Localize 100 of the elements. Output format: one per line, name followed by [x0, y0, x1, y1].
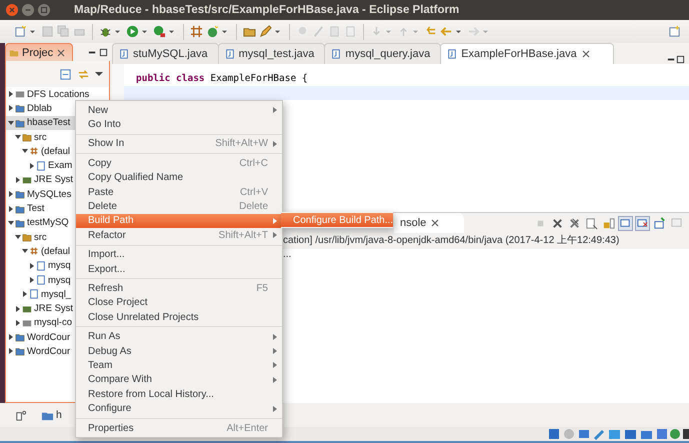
- project-icon: [15, 204, 25, 214]
- show-error-icon[interactable]: [636, 216, 649, 230]
- submenu-arrow-icon: [273, 107, 277, 114]
- submenu-arrow-icon: [273, 406, 277, 412]
- menu-item[interactable]: Team: [76, 358, 282, 373]
- menu-item[interactable]: Debug As: [76, 344, 282, 358]
- menu-item[interactable]: Copy Qualified Name: [76, 170, 282, 185]
- tree-item[interactable]: DFS Locations: [6, 87, 109, 102]
- java-file-icon: [36, 260, 46, 271]
- expand-arrow-icon[interactable]: [8, 105, 14, 112]
- jar-icon: [22, 318, 32, 328]
- menu-item[interactable]: Properties Alt+Enter: [76, 420, 282, 436]
- java-file-icon: [119, 49, 129, 59]
- expand-arrow-icon[interactable]: [8, 91, 14, 98]
- menu-item[interactable]: Restore from Local History...: [76, 387, 282, 402]
- expand-arrow-icon[interactable]: [29, 262, 35, 269]
- fast-view-icon[interactable]: [14, 408, 27, 422]
- run-tool-icon[interactable]: [153, 25, 166, 38]
- menu-item[interactable]: Import...: [76, 248, 282, 262]
- project-icon: [15, 218, 25, 228]
- project-icon: [15, 103, 25, 114]
- expand-arrow-icon[interactable]: [15, 234, 21, 240]
- submenu-arrow-icon: [273, 140, 277, 147]
- expand-arrow-icon[interactable]: [15, 320, 21, 326]
- grid-icon[interactable]: [190, 25, 203, 38]
- project-icon: [15, 346, 25, 356]
- pencil-icon[interactable]: [259, 25, 272, 38]
- java-file-icon: [447, 49, 458, 59]
- expand-arrow-icon[interactable]: [22, 291, 28, 298]
- editor-tab[interactable]: stuMySQL.java: [112, 43, 219, 64]
- library-icon: [22, 304, 32, 314]
- menu-item[interactable]: Export...: [76, 262, 282, 276]
- new-class-icon[interactable]: [206, 25, 219, 38]
- source-folder-icon: [22, 132, 32, 142]
- submenu-arrow-icon: [273, 376, 277, 383]
- expand-arrow-icon[interactable]: [8, 220, 14, 226]
- code-line: public class ExampleForHBase {: [135, 72, 309, 86]
- java-file-icon: [29, 289, 39, 300]
- editor-tab[interactable]: ExampleForHBase.java: [440, 43, 614, 64]
- library-icon: [22, 174, 32, 185]
- run-icon[interactable]: [126, 25, 139, 38]
- collapse-all-icon[interactable]: [59, 68, 72, 80]
- java-file-icon: [36, 275, 46, 285]
- expand-arrow-icon[interactable]: [8, 191, 14, 198]
- editor-tab[interactable]: mysql_test.java: [218, 43, 326, 64]
- submenu-arrow-icon: [273, 348, 277, 354]
- submenu-arrow-icon: [273, 362, 277, 368]
- new-icon[interactable]: [14, 25, 27, 38]
- expand-arrow-icon[interactable]: [15, 306, 21, 312]
- console-output: ...: [283, 249, 292, 260]
- menu-item[interactable]: Refresh F5: [76, 281, 282, 296]
- remove-all-icon[interactable]: [568, 216, 581, 230]
- submenu-arrow-icon: [273, 232, 277, 238]
- project-explorer-tab[interactable]: Projec: [5, 42, 74, 62]
- java-file-icon: [331, 49, 342, 59]
- expand-arrow-icon[interactable]: [29, 277, 35, 283]
- expand-arrow-icon[interactable]: [8, 120, 14, 126]
- expand-arrow-icon[interactable]: [8, 206, 14, 212]
- console-tab[interactable]: nsole: [394, 213, 464, 233]
- expand-arrow-icon[interactable]: [15, 134, 21, 140]
- menu-item[interactable]: Configure: [76, 401, 282, 416]
- project-icon: [15, 118, 25, 128]
- menu-item[interactable]: New: [76, 103, 282, 118]
- menu-item[interactable]: Compare With: [76, 372, 282, 388]
- expand-arrow-icon[interactable]: [29, 162, 35, 169]
- maximize-icon[interactable]: [676, 55, 685, 64]
- maximize-icon[interactable]: [99, 48, 108, 56]
- expand-arrow-icon[interactable]: [22, 248, 28, 254]
- expand-arrow-icon[interactable]: [8, 334, 14, 340]
- close-icon[interactable]: [580, 49, 591, 59]
- submenu-arrow-icon: [273, 218, 277, 224]
- close-icon[interactable]: [56, 48, 66, 58]
- menu-item[interactable]: Close Unrelated Projects: [76, 310, 282, 324]
- show-output-icon[interactable]: [619, 216, 632, 230]
- java-file-icon: [36, 160, 46, 171]
- menu-item[interactable]: Copy Ctrl+C: [76, 156, 282, 171]
- close-icon[interactable]: [6, 4, 18, 16]
- expand-arrow-icon[interactable]: [8, 348, 14, 354]
- close-icon[interactable]: [430, 218, 440, 228]
- source-folder-icon: [22, 232, 32, 242]
- folder-icon: [9, 48, 19, 58]
- menu-item[interactable]: Close Project: [76, 296, 282, 310]
- menu-item[interactable]: Show In Shift+Alt+W: [76, 136, 282, 152]
- expand-arrow-icon[interactable]: [22, 148, 28, 154]
- expand-arrow-icon[interactable]: [15, 176, 21, 183]
- view-menu-icon[interactable]: [95, 70, 103, 78]
- dfs-icon: [15, 89, 25, 100]
- window-title: Map/Reduce - hbaseTest/src/ExampleForHBase.java - Eclipse Platform: [74, 4, 460, 16]
- java-file-icon: [224, 49, 235, 59]
- submenu-arrow-icon: [273, 334, 277, 340]
- menu-item[interactable]: Delete Delete: [76, 199, 282, 214]
- editor-tab[interactable]: mysql_query.java: [324, 43, 442, 64]
- project-icon: [15, 189, 25, 200]
- menu-item[interactable]: Run As: [76, 329, 282, 344]
- status-text: h: [56, 409, 62, 421]
- perspective-icon[interactable]: [668, 25, 681, 38]
- remove-icon[interactable]: [551, 216, 564, 230]
- package-icon: [29, 146, 39, 156]
- menu-item[interactable]: Paste Ctrl+V: [76, 184, 282, 200]
- package-icon: [29, 246, 39, 256]
